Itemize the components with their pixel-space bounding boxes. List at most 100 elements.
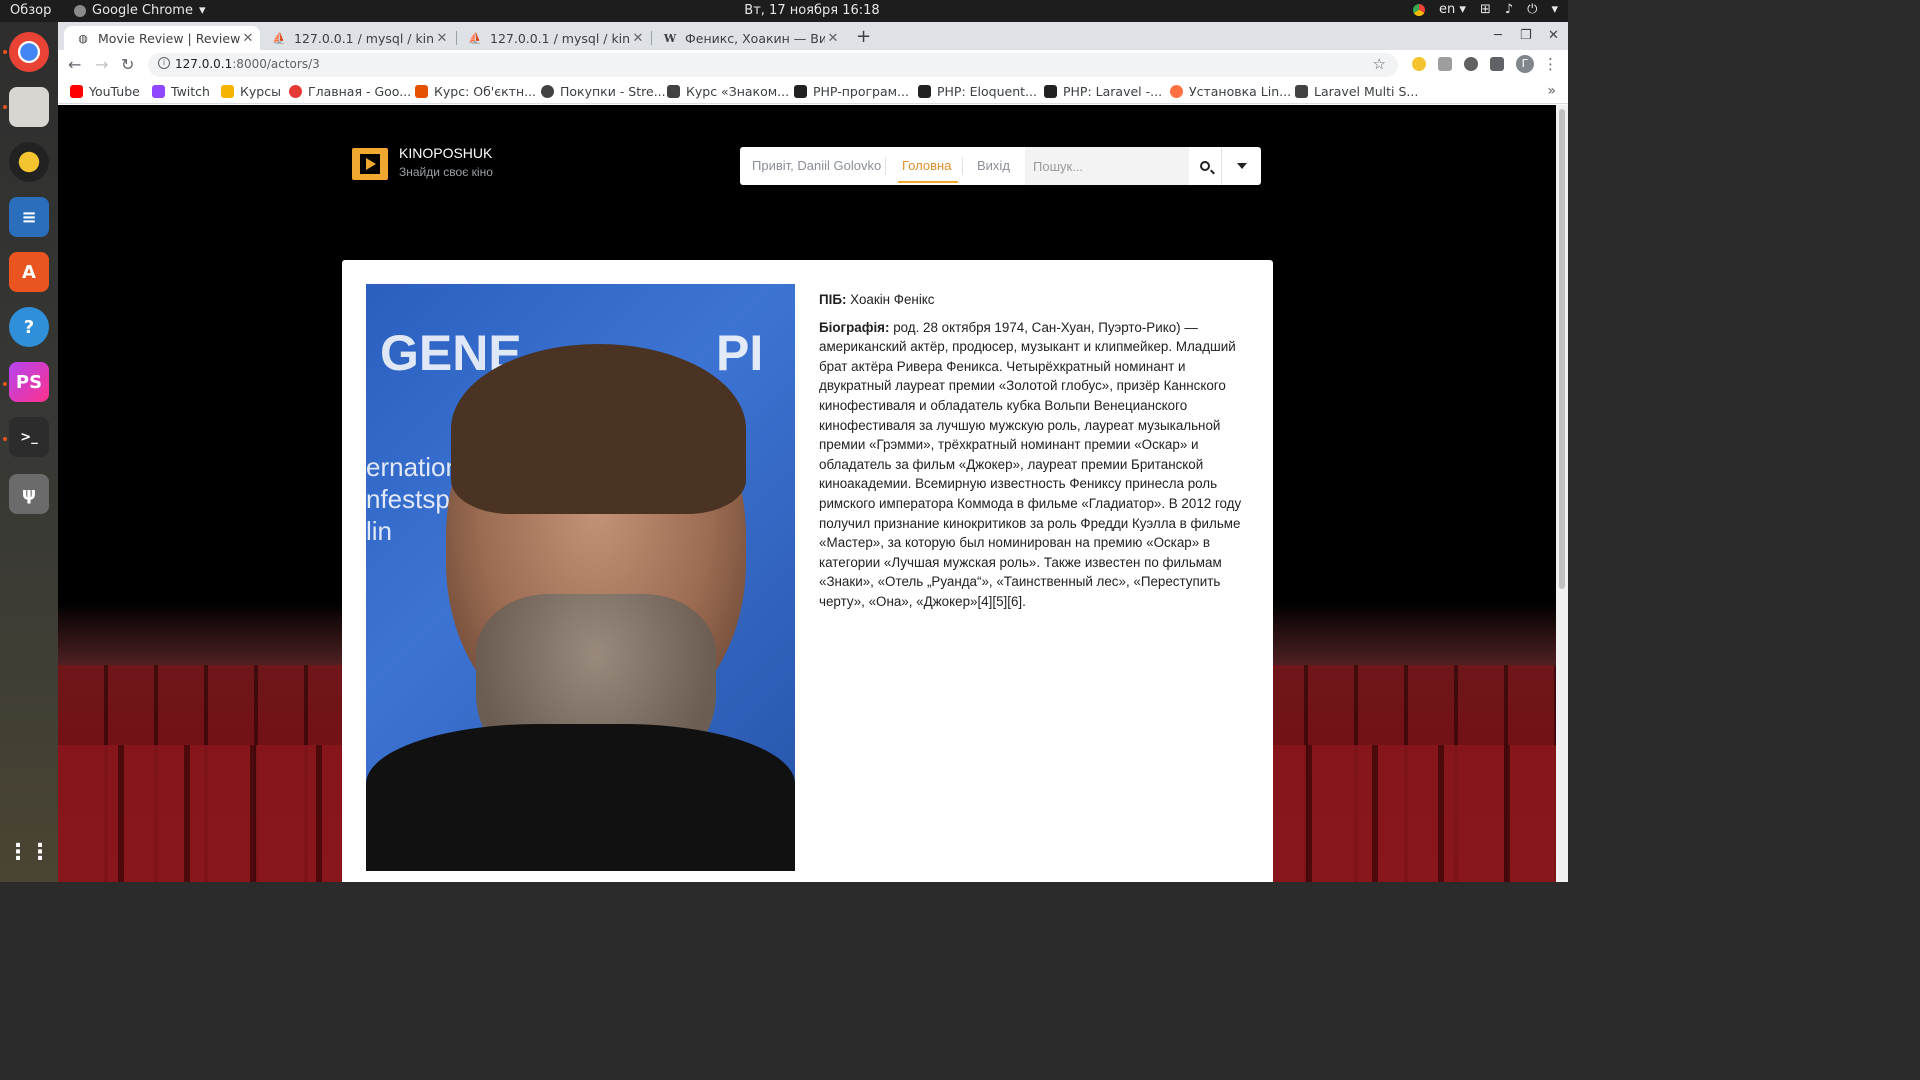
kebab-menu-icon[interactable]: ⋮	[1543, 55, 1558, 73]
bookmark-star-icon[interactable]: ☆	[1373, 55, 1386, 73]
search-button[interactable]	[1189, 147, 1221, 185]
files-icon[interactable]	[9, 87, 49, 127]
bookmark-label: Покупки - Stre...	[560, 84, 666, 99]
running-indicator	[3, 437, 7, 441]
address-bar[interactable]: i 127.0.0.1:8000/actors/3 ☆	[148, 53, 1398, 77]
steam-icon	[541, 85, 554, 98]
bookmark-linux-install[interactable]: Установка Lin...	[1170, 84, 1291, 99]
page-scrollbar[interactable]	[1556, 105, 1568, 882]
network-icon[interactable]: ⊞	[1480, 2, 1491, 17]
bookmark-youtube[interactable]: YouTube	[70, 84, 140, 99]
search-box	[1025, 147, 1189, 185]
show-apps-icon[interactable]: ⋮⋮	[7, 832, 51, 872]
running-indicator	[3, 105, 7, 109]
puzzle-icon[interactable]	[1490, 57, 1504, 71]
bookmark-label: Курс: Об'єктн...	[434, 84, 537, 99]
actor-bio-label: Біографія:	[819, 319, 890, 335]
extension-icon[interactable]	[1464, 57, 1478, 71]
actor-jacket	[366, 724, 795, 871]
site-icon	[1044, 85, 1057, 98]
chevron-down-icon[interactable]: ▾	[1551, 2, 1558, 17]
nav-logout[interactable]: Вихід	[977, 158, 1010, 173]
info-icon[interactable]: i	[158, 57, 170, 69]
site-tagline: Знайди своє кіно	[399, 165, 493, 179]
close-icon[interactable]: ✕	[825, 31, 841, 46]
close-icon[interactable]: ✕	[240, 31, 256, 46]
restore-icon[interactable]: ❐	[1520, 28, 1532, 43]
actor-info: ПІБ: Хоакін Фенікс Біографія: род. 28 ок…	[819, 290, 1251, 620]
film-logo-icon[interactable]	[352, 148, 388, 180]
tab-label: Феникс, Хоакин — Вики	[685, 30, 825, 46]
reload-icon[interactable]: ↻	[121, 55, 134, 74]
usb-icon[interactable]: ψ	[9, 474, 49, 514]
bookmark-php-programming[interactable]: PHP-програм...	[794, 84, 909, 99]
chrome-tray-icon[interactable]	[1413, 3, 1426, 16]
actor-photo: GENE PI ernation nfestsp lin	[366, 284, 795, 871]
nav-dropdown-button[interactable]	[1221, 147, 1261, 185]
twitch-icon	[152, 85, 165, 98]
bookmark-label: Twitch	[171, 84, 210, 99]
search-input[interactable]	[1033, 156, 1183, 176]
nav-divider	[885, 157, 886, 175]
main-navbar: Привіт, Daniil Golovko Головна Вихід	[740, 147, 1261, 185]
forward-arrow-icon[interactable]: →	[95, 55, 108, 74]
extension-icon[interactable]	[1412, 57, 1426, 71]
dock: ≡ A ? PS >_ ψ ⋮⋮	[0, 22, 58, 882]
scrollbar-thumb[interactable]	[1559, 109, 1565, 589]
site-icon	[415, 85, 428, 98]
tab-phpmyadmin-1[interactable]: ⛵ 127.0.0.1 / mysql / kinoku ✕	[260, 26, 454, 50]
software-center-icon[interactable]: A	[9, 252, 49, 292]
clock[interactable]: Вт, 17 ноября 16:18	[0, 3, 1624, 18]
close-icon[interactable]: ✕	[434, 31, 450, 46]
photo-backdrop-text: lin	[366, 516, 393, 546]
volume-icon[interactable]: ♪	[1505, 2, 1513, 17]
bookmark-twitch[interactable]: Twitch	[152, 84, 210, 99]
chrome-icon[interactable]	[9, 32, 49, 72]
photo-backdrop-text: ernation	[366, 452, 460, 482]
nav-active-underline	[898, 181, 958, 183]
tab-strip: ◍ Movie Review | Review ✕ ⛵ 127.0.0.1 / …	[58, 22, 1568, 50]
help-icon[interactable]: ?	[9, 307, 49, 347]
close-window-icon[interactable]: ✕	[1548, 28, 1559, 43]
bookmark-laravel-multi[interactable]: Laravel Multi S...	[1295, 84, 1418, 99]
actor-name: Хоакін Фенікс	[850, 292, 935, 307]
writer-icon[interactable]: ≡	[9, 197, 49, 237]
nav-greeting[interactable]: Привіт, Daniil Golovko	[752, 158, 881, 173]
photo-backdrop-text: PI	[716, 325, 764, 381]
tab-label: Movie Review | Review	[98, 30, 240, 46]
bookmark-google-home[interactable]: Главная - Goo...	[289, 84, 411, 99]
nav-home[interactable]: Головна	[902, 158, 951, 173]
youtube-icon	[70, 85, 83, 98]
page-viewport: KINOPOSHUK Знайди своє кіно Привіт, Dani…	[58, 105, 1556, 882]
bookmark-php-laravel[interactable]: PHP: Laravel -...	[1044, 84, 1162, 99]
chevron-double-right-icon[interactable]: »	[1547, 83, 1556, 99]
browser-window: ◍ Movie Review | Review ✕ ⛵ 127.0.0.1 / …	[58, 22, 1568, 882]
new-tab-button[interactable]: +	[856, 26, 871, 47]
running-indicator	[3, 382, 7, 386]
site-brand[interactable]: KINOPOSHUK	[399, 145, 492, 161]
actor-bio: род. 28 октября 1974, Сан-Хуан, Пуэрто-Р…	[819, 319, 1242, 609]
tab-movie-review[interactable]: ◍ Movie Review | Review ✕	[64, 26, 260, 50]
rhythmbox-icon[interactable]	[9, 142, 49, 182]
shield-icon	[667, 85, 680, 98]
tab-phpmyadmin-2[interactable]: ⛵ 127.0.0.1 / mysql / kinoku ✕	[456, 26, 650, 50]
language-indicator[interactable]: en ▾	[1439, 2, 1466, 17]
bookmark-purchases[interactable]: Покупки - Stre...	[541, 84, 666, 99]
terminal-icon[interactable]: >_	[9, 417, 49, 457]
back-arrow-icon[interactable]: ←	[68, 55, 81, 74]
site-icon	[1295, 85, 1308, 98]
extension-icon[interactable]	[1438, 57, 1452, 71]
photo-backdrop-text: nfestsp	[366, 484, 450, 514]
bookmark-oop-course[interactable]: Курс: Об'єктн...	[415, 84, 536, 99]
profile-avatar[interactable]: Г	[1516, 55, 1534, 73]
site-icon	[918, 85, 931, 98]
close-icon[interactable]: ✕	[630, 31, 646, 46]
bookmarks-bar: YouTube Twitch Курсы Главная - Goo... Ку…	[58, 80, 1568, 104]
bookmark-intro-course[interactable]: Курс «Знаком...	[667, 84, 789, 99]
minimize-icon[interactable]: ─	[1494, 28, 1502, 43]
bookmark-php-eloquent[interactable]: PHP: Eloquent...	[918, 84, 1037, 99]
tab-wikipedia[interactable]: W Феникс, Хоакин — Вики ✕	[651, 26, 845, 50]
power-icon[interactable]: ⏻	[1527, 2, 1537, 17]
phpstorm-icon[interactable]: PS	[9, 362, 49, 402]
bookmark-courses[interactable]: Курсы	[221, 84, 281, 99]
